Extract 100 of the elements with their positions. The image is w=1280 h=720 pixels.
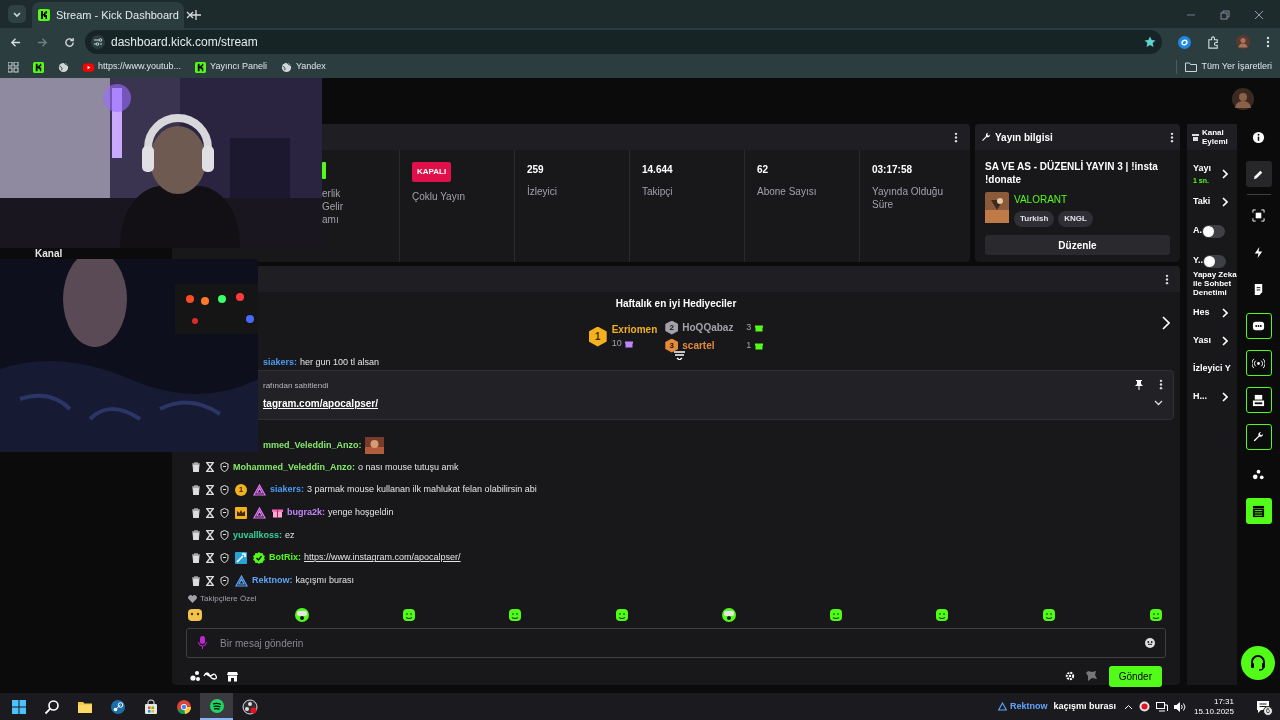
delete-icon[interactable] bbox=[192, 507, 200, 518]
emote-icon[interactable] bbox=[400, 607, 417, 624]
timeout-icon[interactable] bbox=[206, 553, 214, 564]
emote-icon[interactable] bbox=[827, 607, 844, 624]
tab-list-icon[interactable] bbox=[8, 5, 26, 23]
chat-username[interactable]: Rektnow: bbox=[252, 574, 293, 588]
bookmark[interactable]: Yayıncı Paneli bbox=[195, 60, 267, 74]
address-bar[interactable]: dashboard.kick.com/stream bbox=[85, 30, 1162, 54]
emote-icon[interactable] bbox=[1147, 607, 1164, 624]
ban-shield-icon[interactable] bbox=[220, 507, 229, 518]
microphone-icon[interactable] bbox=[198, 636, 207, 650]
sidebar-tool-button[interactable] bbox=[1245, 424, 1272, 450]
support-button[interactable] bbox=[1241, 646, 1275, 680]
tag[interactable]: KNGL bbox=[1058, 211, 1093, 227]
chat-username[interactable]: siakers: bbox=[263, 356, 298, 368]
more-icon[interactable] bbox=[1159, 379, 1163, 390]
emote-icon[interactable] bbox=[614, 607, 631, 624]
more-icon[interactable] bbox=[954, 131, 958, 143]
emote-icon[interactable] bbox=[934, 607, 951, 624]
chevron-right-icon[interactable] bbox=[1222, 308, 1228, 318]
chat-username[interactable]: mmed_Veleddin_Anzo: bbox=[263, 439, 362, 451]
delete-icon[interactable] bbox=[192, 462, 200, 473]
volume-icon[interactable] bbox=[1173, 701, 1186, 712]
emote-icon[interactable] bbox=[293, 607, 310, 624]
chat-username[interactable]: Mohammed_Veleddin_Anzo: bbox=[233, 460, 356, 475]
delete-icon[interactable] bbox=[192, 530, 200, 541]
record-indicator-icon[interactable] bbox=[1138, 701, 1150, 712]
category-link[interactable]: VALORANT bbox=[1014, 192, 1093, 207]
pin-icon[interactable] bbox=[1135, 379, 1143, 390]
dots-infinity-icon[interactable] bbox=[190, 670, 217, 683]
timeout-icon[interactable] bbox=[206, 575, 214, 586]
emoji-icon[interactable] bbox=[1145, 638, 1155, 649]
restore-icon[interactable] bbox=[1220, 10, 1230, 20]
chevron-right-icon[interactable] bbox=[1162, 316, 1170, 330]
message-input[interactable]: Bir mesaj gönderin bbox=[186, 628, 1166, 659]
pinned-link[interactable]: tagram.com/apocalpser/ bbox=[263, 395, 379, 411]
send-button[interactable]: Gönder bbox=[1108, 665, 1162, 687]
scroll-down-icon[interactable] bbox=[674, 351, 685, 360]
timeout-icon[interactable] bbox=[206, 462, 214, 473]
chevron-right-icon[interactable] bbox=[1222, 336, 1228, 346]
store-icon[interactable] bbox=[227, 670, 238, 682]
globe-icon[interactable] bbox=[58, 61, 69, 73]
new-tab-icon[interactable] bbox=[191, 10, 201, 20]
taskbar-app[interactable] bbox=[200, 693, 233, 720]
all-bookmarks-button[interactable]: Tüm Yer İşaretleri bbox=[1176, 60, 1272, 74]
tag[interactable]: Turkish bbox=[1014, 211, 1055, 227]
emote-icon[interactable] bbox=[720, 607, 737, 624]
network-icon[interactable] bbox=[1155, 701, 1168, 712]
bookmark[interactable]: https://www.youtub... bbox=[83, 60, 182, 74]
ban-shield-icon[interactable] bbox=[220, 462, 229, 473]
close-icon[interactable] bbox=[184, 10, 195, 20]
reload-icon[interactable] bbox=[64, 36, 75, 48]
chat-link[interactable]: https://www.instagram.com/apocalpser/ bbox=[304, 551, 461, 565]
profile-avatar-icon[interactable] bbox=[1236, 35, 1250, 49]
edit-button[interactable]: Düzenle bbox=[985, 235, 1170, 255]
emote-icon[interactable] bbox=[507, 607, 524, 624]
action-label[interactable]: Taki bbox=[1193, 195, 1219, 209]
chat-username[interactable]: BotRix: bbox=[269, 551, 301, 565]
action-label[interactable]: Hes bbox=[1193, 306, 1219, 320]
delete-icon[interactable] bbox=[192, 575, 200, 586]
action-label[interactable]: Yası bbox=[1193, 334, 1219, 348]
more-icon[interactable] bbox=[1165, 273, 1169, 285]
ban-shield-icon[interactable] bbox=[220, 485, 229, 496]
chevron-right-icon[interactable] bbox=[1222, 197, 1228, 207]
chat-username[interactable]: bugra2k: bbox=[287, 505, 325, 520]
ban-shield-icon[interactable] bbox=[220, 575, 229, 586]
user-avatar-icon[interactable] bbox=[1232, 88, 1254, 110]
sidebar-tool-button[interactable] bbox=[1245, 350, 1272, 376]
sidebar-tool-button[interactable] bbox=[1245, 161, 1272, 187]
chevron-right-icon[interactable] bbox=[1222, 169, 1228, 179]
timeout-icon[interactable] bbox=[206, 485, 214, 496]
bookmark-star-icon[interactable] bbox=[1144, 36, 1156, 48]
emote-icon[interactable] bbox=[187, 607, 203, 624]
extension-icon[interactable] bbox=[1178, 35, 1191, 49]
more-icon[interactable] bbox=[1170, 131, 1174, 143]
bookmark[interactable]: Yandex bbox=[280, 60, 326, 74]
delete-icon[interactable] bbox=[192, 553, 200, 564]
chevron-right-icon[interactable] bbox=[1222, 392, 1228, 402]
toggle-switch[interactable] bbox=[1203, 254, 1226, 268]
chat-username[interactable]: siakers: bbox=[270, 483, 305, 497]
chevron-down-icon[interactable] bbox=[1154, 400, 1163, 406]
delete-icon[interactable] bbox=[192, 485, 200, 496]
timeout-icon[interactable] bbox=[206, 530, 214, 541]
more-icon[interactable] bbox=[1266, 36, 1270, 48]
settings-icon[interactable] bbox=[1064, 671, 1075, 682]
apps-grid-icon[interactable] bbox=[8, 61, 19, 73]
taskbar-clock[interactable]: 17:31 15.10.2025 bbox=[1193, 696, 1234, 717]
chat-username[interactable]: yuvallkoss: bbox=[233, 528, 283, 543]
sidebar-tool-button[interactable] bbox=[1245, 498, 1272, 524]
ban-shield-icon[interactable] bbox=[220, 553, 229, 564]
action-label[interactable]: İzleyici Y bbox=[1193, 362, 1231, 376]
ban-shield-icon[interactable] bbox=[220, 530, 229, 541]
sidebar-item[interactable]: Kanal bbox=[35, 249, 63, 259]
emote-icon[interactable] bbox=[1041, 607, 1058, 624]
sidebar-tool-button[interactable] bbox=[1245, 387, 1272, 413]
back-icon[interactable] bbox=[10, 36, 21, 48]
timeout-icon[interactable] bbox=[206, 507, 214, 518]
sidebar-tool-button[interactable] bbox=[1245, 313, 1272, 339]
toggle-switch[interactable] bbox=[1202, 224, 1225, 238]
forward-icon[interactable] bbox=[37, 36, 48, 48]
